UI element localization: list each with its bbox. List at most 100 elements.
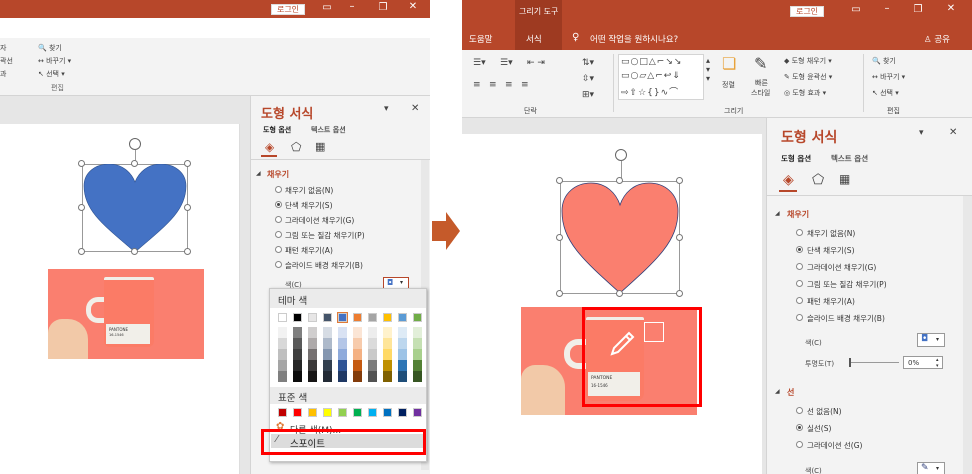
standard-color-swatch[interactable] (413, 408, 422, 417)
standard-color-swatch[interactable] (398, 408, 407, 417)
quick-styles-label-2[interactable]: 스타일 (751, 88, 770, 98)
resize-handle[interactable] (676, 290, 683, 297)
pane-options-icon[interactable]: ▾ (384, 104, 389, 114)
align-text-icon[interactable]: ⇳▾ (582, 74, 594, 84)
radio-button[interactable] (796, 424, 803, 431)
effects-pentagon-icon[interactable]: ⬠ (812, 172, 824, 188)
radio-button[interactable] (796, 280, 803, 287)
line-option-label-2[interactable]: 그라데이션 선(G) (807, 440, 862, 451)
select-button[interactable]: ↖ 선택 ▾ (38, 69, 65, 79)
theme-color-swatch[interactable] (323, 313, 332, 322)
text-direction-icon[interactable]: ⇅▾ (582, 58, 594, 68)
resize-handle[interactable] (556, 290, 563, 297)
theme-shade-swatch[interactable] (338, 338, 347, 349)
theme-color-swatch[interactable] (293, 313, 302, 322)
theme-shade-swatch[interactable] (308, 349, 317, 360)
radio-button[interactable] (796, 297, 803, 304)
theme-shade-swatch[interactable] (323, 360, 332, 371)
minimize-icon[interactable]: – (345, 1, 359, 12)
standard-color-swatch[interactable] (338, 408, 347, 417)
standard-color-swatch[interactable] (368, 408, 377, 417)
fill-section-title[interactable]: 채우기 (267, 169, 289, 180)
shape-effects-button[interactable]: ◎ 도형 효과 ▾ (784, 88, 826, 98)
theme-shade-swatch[interactable] (308, 360, 317, 371)
gallery-scroll-icon[interactable]: ▴ ▾ ▾ (706, 56, 710, 83)
fill-option-label-2[interactable]: 그라데이션 채우기(G) (807, 262, 876, 273)
standard-color-swatch[interactable] (383, 408, 392, 417)
theme-color-swatch[interactable] (368, 313, 377, 322)
theme-shade-swatch[interactable] (353, 371, 362, 382)
theme-shade-swatch[interactable] (398, 338, 407, 349)
rotate-handle-icon[interactable] (129, 138, 141, 150)
tab-format[interactable]: 서식 (526, 33, 542, 45)
restore-icon[interactable]: ❐ (911, 4, 925, 15)
theme-shade-swatch[interactable] (338, 349, 347, 360)
shape-fill-button[interactable]: ◆ 도형 채우기 ▾ (784, 56, 832, 66)
restore-icon[interactable]: ❐ (376, 2, 390, 13)
smartart-icon[interactable]: ⊞▾ (582, 90, 594, 100)
theme-shade-swatch[interactable] (368, 338, 377, 349)
select-button[interactable]: ↖ 선택 ▾ (872, 88, 899, 98)
theme-shade-swatch[interactable] (278, 338, 287, 349)
justify-icon[interactable]: ≡ (521, 80, 529, 90)
theme-shade-swatch[interactable] (368, 349, 377, 360)
theme-shade-swatch[interactable] (383, 349, 392, 360)
find-button[interactable]: 🔍 찾기 (872, 56, 896, 66)
align-left-icon[interactable]: ≡ (473, 80, 481, 90)
theme-shade-swatch[interactable] (383, 338, 392, 349)
heart-shape[interactable] (560, 181, 680, 294)
radio-button[interactable] (796, 441, 803, 448)
quick-styles-label-1[interactable]: 빠른 (755, 78, 768, 88)
radio-button[interactable] (796, 314, 803, 321)
resize-handle[interactable] (131, 160, 138, 167)
rotate-handle-icon[interactable] (615, 149, 627, 161)
theme-shade-swatch[interactable] (293, 327, 302, 338)
theme-shade-swatch[interactable] (338, 327, 347, 338)
radio-button[interactable] (275, 201, 282, 208)
resize-handle[interactable] (78, 160, 85, 167)
collapse-icon[interactable]: ◢ (775, 210, 780, 217)
theme-shade-swatch[interactable] (383, 360, 392, 371)
resize-handle[interactable] (131, 248, 138, 255)
fill-option-label-3[interactable]: 그림 또는 질감 채우기(P) (285, 230, 365, 241)
theme-color-swatch[interactable] (353, 313, 362, 322)
transparency-slider[interactable] (849, 362, 899, 363)
fill-color-button[interactable]: ◘ ▾ (917, 333, 945, 347)
login-button[interactable]: 로그인 (271, 4, 305, 15)
resize-handle[interactable] (556, 234, 563, 241)
theme-shade-swatch[interactable] (353, 327, 362, 338)
resize-handle[interactable] (184, 204, 191, 211)
shape-outline-button[interactable]: ✎ 도형 윤곽선 ▾ (784, 72, 832, 82)
pane-scrollbar[interactable] (963, 196, 972, 474)
align-right-icon[interactable]: ≡ (505, 80, 513, 90)
pane-options-icon[interactable]: ▾ (919, 128, 924, 138)
fill-option-label-3[interactable]: 그림 또는 질감 채우기(P) (807, 279, 887, 290)
theme-shade-swatch[interactable] (353, 349, 362, 360)
standard-color-swatch[interactable] (323, 408, 332, 417)
theme-shade-swatch[interactable] (413, 327, 422, 338)
radio-button[interactable] (796, 407, 803, 414)
fill-option-label-4[interactable]: 패턴 채우기(A) (807, 296, 855, 307)
radio-button[interactable] (275, 216, 282, 223)
numbering-icon[interactable]: ☰▾ (500, 58, 513, 68)
heart-shape[interactable] (82, 164, 188, 252)
theme-shade-swatch[interactable] (368, 327, 377, 338)
radio-button[interactable] (796, 246, 803, 253)
theme-color-swatch[interactable] (337, 312, 348, 323)
minimize-icon[interactable]: – (880, 3, 894, 14)
theme-shade-swatch[interactable] (398, 327, 407, 338)
theme-shade-swatch[interactable] (323, 371, 332, 382)
fill-option-label-0[interactable]: 채우기 없음(N) (285, 185, 333, 196)
tab-text-options[interactable]: 텍스트 옵션 (311, 125, 346, 135)
radio-button[interactable] (275, 246, 282, 253)
size-properties-icon[interactable]: ▦ (315, 140, 325, 153)
theme-shade-swatch[interactable] (308, 371, 317, 382)
transparency-slider-thumb[interactable] (849, 358, 851, 367)
resize-handle[interactable] (556, 177, 563, 184)
size-properties-icon[interactable]: ▦ (839, 172, 850, 186)
theme-shade-swatch[interactable] (308, 338, 317, 349)
find-button[interactable]: 🔍 찾기 (38, 43, 62, 53)
ribbon-display-icon[interactable]: ▭ (320, 2, 334, 13)
effects-pentagon-icon[interactable]: ⬠ (291, 140, 301, 154)
radio-button[interactable] (275, 186, 282, 193)
